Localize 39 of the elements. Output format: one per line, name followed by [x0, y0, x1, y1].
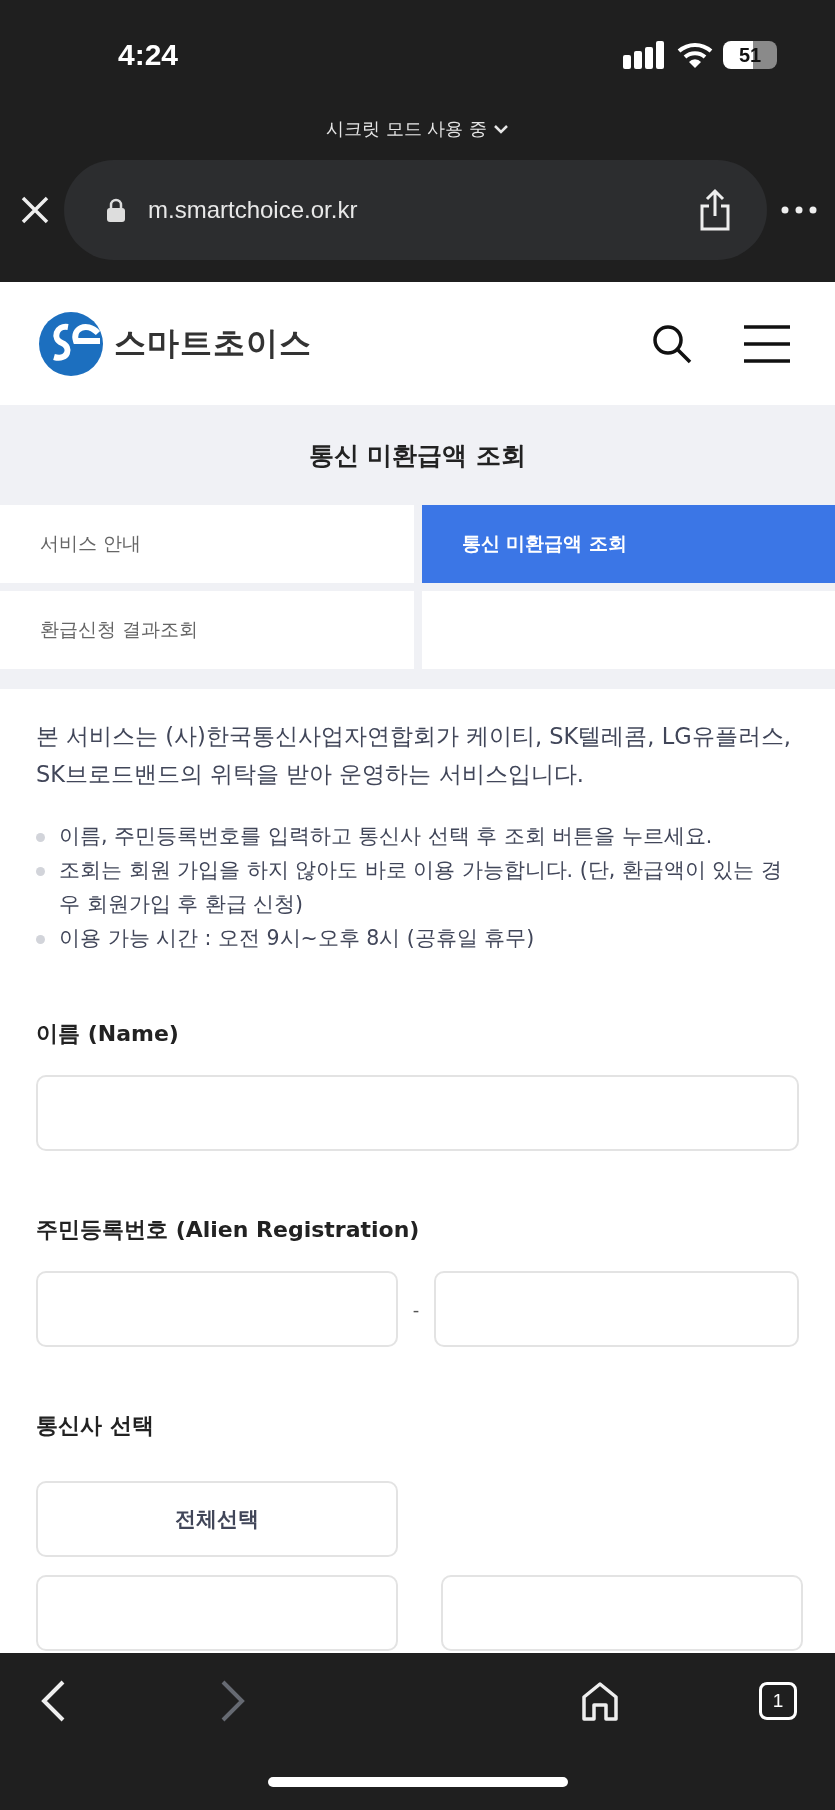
- forward-icon[interactable]: [220, 1679, 246, 1723]
- id-back-input-field[interactable]: [434, 1271, 799, 1347]
- guide-note: 조회는 회원 가입을 하지 않아도 바로 이용 가능합니다. (단, 환급액이 있는 경우 회원가입 후 환급 신청): [59, 857, 783, 918]
- bullet-icon: [36, 833, 45, 842]
- status-time: 4:24: [118, 38, 179, 72]
- tab-count[interactable]: 1: [759, 1682, 797, 1720]
- service-description: 본 서비스는 (사)한국통신사업자연합회가 케이티, SK텔레콤, LG유플러스, SK브로드밴드의 위탁을 받아 운영하는 서비스입니다.: [36, 722, 792, 789]
- brand-name: 스마트초이스: [114, 322, 312, 364]
- select-all-button[interactable]: 전체선택: [36, 1481, 398, 1557]
- id-separator: -: [411, 1298, 421, 1320]
- lock-icon: [106, 198, 126, 222]
- home-icon[interactable]: [581, 1681, 619, 1721]
- field-label: 통신사 선택: [36, 1412, 155, 1440]
- chevron-down-icon: [493, 124, 510, 134]
- section-tab[interactable]: 서비스 안내: [0, 505, 414, 583]
- menu-icon[interactable]: [743, 323, 791, 364]
- field-label: 이름 (Name): [36, 1020, 180, 1048]
- id-front-input-field[interactable]: [36, 1271, 398, 1347]
- guide-note: 이름, 주민등록번호를 입력하고 통신사 선택 후 조회 버튼을 누르세요.: [59, 823, 713, 850]
- bullet-icon: [36, 867, 45, 876]
- field-label: 주민등록번호 (Alien Registration): [36, 1216, 421, 1244]
- logo-icon: [38, 310, 104, 377]
- address-bar[interactable]: m.smartchoice.or.kr: [64, 160, 767, 260]
- section-tab[interactable]: 환급신청 결과조회: [0, 591, 414, 669]
- incognito-mode-menu[interactable]: 시크릿 모드 사용 중: [325, 117, 510, 141]
- url-text: m.smartchoice.or.kr: [148, 196, 359, 224]
- search-icon[interactable]: [651, 322, 693, 365]
- close-icon[interactable]: [20, 195, 50, 225]
- page-title: 통신 미환급액 조회: [307, 439, 528, 472]
- guide-note: 이용 가능 시간 : 오전 9시~오후 8시 (공휴일 휴무): [59, 925, 535, 952]
- battery-level: 51: [723, 41, 777, 69]
- wifi-icon: [677, 41, 713, 69]
- signal-icon: [623, 41, 667, 69]
- name-input-field[interactable]: [36, 1075, 799, 1151]
- bullet-icon: [36, 935, 45, 944]
- more-icon[interactable]: [781, 206, 817, 214]
- share-icon[interactable]: [699, 188, 731, 232]
- back-icon[interactable]: [40, 1679, 66, 1723]
- section-tab[interactable]: 통신 미환급액 조회: [421, 505, 835, 583]
